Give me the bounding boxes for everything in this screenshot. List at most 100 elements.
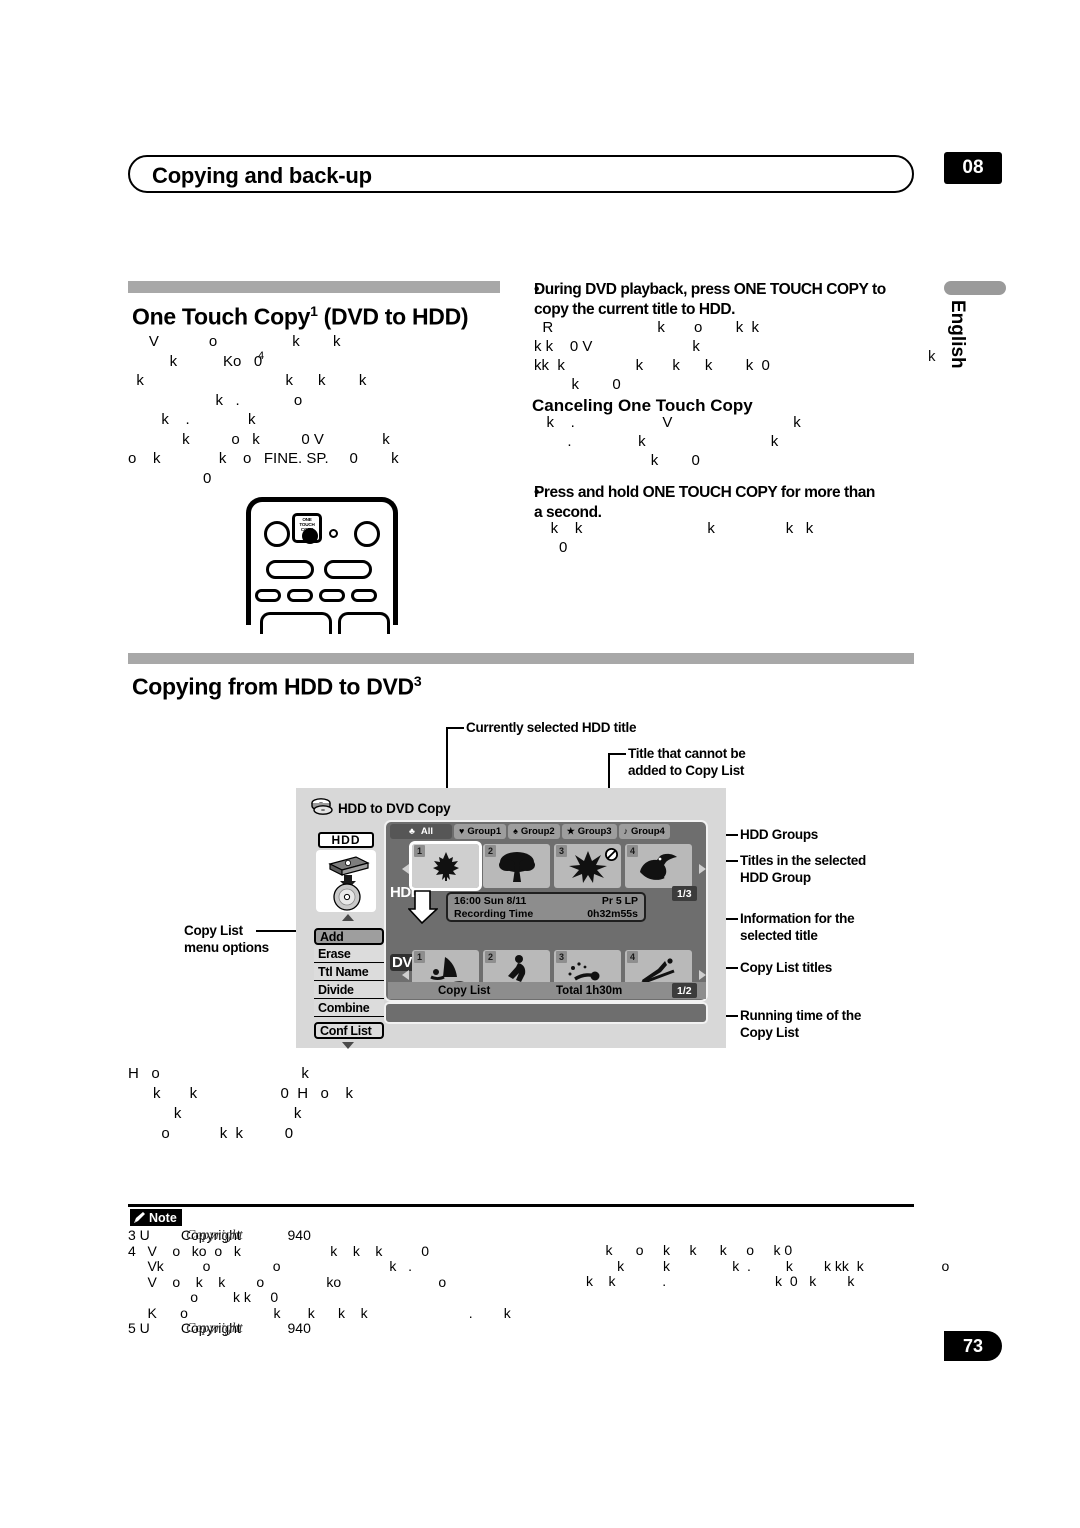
dvd-row-next-arrow-icon[interactable] [699,970,706,980]
degraded-line: R k o k k [534,319,760,336]
menu-item-ttl-name[interactable]: Ttl Name [314,964,384,981]
section-title-hdd-to-dvd: Copying from HDD to DVD3 [132,673,422,701]
scroll-up-caret-icon[interactable] [342,914,354,921]
group-tab-group3[interactable]: ★ Group3 [561,824,617,839]
copy-list-total: Total 1h30m [556,984,623,997]
dvd-row-page-indicator: 1/2 [672,983,697,998]
one-touch-copy-label-1: ONE TOUCH [299,517,315,527]
page-number: 73 [944,1331,1002,1361]
selected-title-info-bar: 16:00 Sun 8/11 Pr 5 LP Recording Time 0h… [446,892,646,922]
degraded-line: k k [128,1105,302,1122]
hdd-title-1[interactable]: 1 [409,841,482,891]
degraded-line: k . o [128,391,303,409]
group-tab-all[interactable]: ♣ All [390,824,452,839]
dvd-row-prev-arrow-icon[interactable] [402,970,409,980]
remote-indicator-dot [329,529,338,538]
group-tab-group3-label: Group3 [577,826,612,837]
note-italic-copyright-5: Copyright [186,1321,243,1336]
copy-list-label: Copy List [438,984,491,997]
info-recording-label: Recording Time [454,908,534,920]
one-touch-copy-key-dot [302,528,318,544]
section-title-hdd-to-dvd-text: Copying from HDD to DVD [132,673,414,700]
hdd-to-dvd-copy-screen[interactable]: HDD to DVD Copy HDD Add Erase Ttl Name D… [296,788,726,1049]
remote-small-button-3 [319,589,345,602]
hdd-group-tabs[interactable]: ♣ All ♥ Group1 ♠ Group2 ★ Group3 ♪ Group… [388,824,706,841]
club-suit-icon: ♣ [408,826,415,836]
not-allowed-icon [605,848,618,861]
body-text-below-osd-degraded: H o k k k 0 H o k k k o k k 0 [128,1064,353,1144]
section-rule-hdd-to-dvd [128,653,914,664]
callout-information-selected-title: Information for the selected title [740,910,855,944]
callout-cannot-add: Title that cannot be added to Copy List [628,745,746,779]
degraded-line: 0 [534,539,568,556]
section-title-one-touch: One Touch Copy1 (DVD to HDD) [132,303,469,331]
menu-item-erase[interactable]: Erase [314,946,384,963]
group-tab-all-label: All [420,826,434,837]
group-tab-group2-label: Group2 [520,826,555,837]
hdd-title-3-number: 3 [556,845,567,857]
hdd-title-thumbnails[interactable]: 1 2 3 4 [409,841,696,891]
degraded-line: K o k k k k . k [128,1304,511,1321]
scroll-down-caret-icon[interactable] [342,1042,354,1049]
hdd-title-3[interactable]: 3 [554,844,621,888]
callout-titles-in-group-line-1: Titles in the selected [740,853,866,868]
callout-info-line-2: selected title [740,928,818,943]
degraded-line: Vk o o k . [128,1258,412,1274]
remote-button-left [264,521,290,547]
degraded-line: k k k . k k kk k o [586,1257,950,1274]
callout-currently-selected-hdd-title: Currently selected HDD title [466,720,637,735]
callout-copy-list-menu-line-2: menu options [184,940,269,955]
degraded-line: V o k k o ko o [128,1273,447,1290]
callout-running-time: Running time of the Copy List [740,1007,861,1041]
menu-item-combine[interactable]: Combine [314,1000,384,1017]
copy-list-menu-panel[interactable]: HDD Add Erase Ttl Name Divide Combine Co… [314,832,388,1049]
hdd-row-next-arrow-icon[interactable] [699,864,706,874]
bullet-marker: • [534,281,539,298]
callout-cannot-add-line-1: Title that cannot be [628,746,746,761]
copy-list-status-bar: Copy List Total 1h30m [388,982,706,999]
degraded-line: k o k 0 V k [128,430,390,448]
language-tab-bar [944,281,1006,295]
menu-item-divide[interactable]: Divide [314,982,384,999]
group-tab-group2[interactable]: ♠ Group2 [508,824,560,839]
degraded-line: k k . k 0 k k [586,1273,855,1289]
callout-copy-list-menu-line-1: Copy List [184,923,243,938]
callout-titles-in-group: Titles in the selected HDD Group [740,852,866,886]
hdd-title-4[interactable]: 4 [625,844,692,888]
bullet-during-playback: • During DVD playback, press ONE TOUCH C… [534,280,920,320]
group-tab-group4-label: Group4 [631,826,665,837]
section-rule-one-touch [128,281,500,293]
callout-cannot-add-line-2: added to Copy List [628,763,745,778]
page-header-bar: Copying and back-up [128,155,914,193]
remote-small-button-4 [351,589,377,602]
one-touch-copy-button[interactable]: ONE TOUCH COPY [292,513,322,544]
hdd-row-prev-arrow-icon[interactable] [402,864,409,874]
degraded-line: k 0 [534,452,700,469]
osd-main-panel: ♣ All ♥ Group1 ♠ Group2 ★ Group3 ♪ Group… [384,820,708,1002]
hdd-title-4-number: 4 [627,845,638,857]
dvd-title-2-number: 2 [485,951,496,963]
group-tab-group1[interactable]: ♥ Group1 [454,824,507,839]
group-tab-group4[interactable]: ♪ Group4 [618,824,670,839]
callout-titles-in-group-line-2: HDD Group [740,870,811,885]
degraded-line: 4 V o ko o k k k k 0 [128,1242,430,1259]
remote-small-button-1 [255,589,281,602]
degraded-line: k o k k k o k 0 [586,1242,793,1258]
remote-pill-button-2 [324,560,372,579]
info-time: 16:00 Sun 8/11 [454,895,527,907]
music-note-icon: ♪ [623,826,629,836]
menu-item-conf-list[interactable]: Conf List [314,1022,384,1039]
degraded-line: k k 0 H o k [128,1085,354,1102]
menu-item-add[interactable]: Add [314,928,384,945]
degraded-line: o k k 0 [128,1125,294,1142]
footnote-ref-1: 1 [310,303,318,319]
bullet-line-2: copy the current title to HDD. [534,301,735,318]
group-tab-group1-label: Group1 [467,826,502,837]
degraded-line: o k k 0 [128,1289,279,1305]
chapter-badge: 08 [944,152,1002,184]
bullet-line-1: During DVD playback, press ONE TOUCH COP… [534,281,886,298]
page-title: Copying and back-up [152,163,372,188]
spade-suit-icon: ♠ [513,826,518,836]
hdd-title-2[interactable]: 2 [483,844,550,888]
star-icon: ★ [566,826,575,836]
